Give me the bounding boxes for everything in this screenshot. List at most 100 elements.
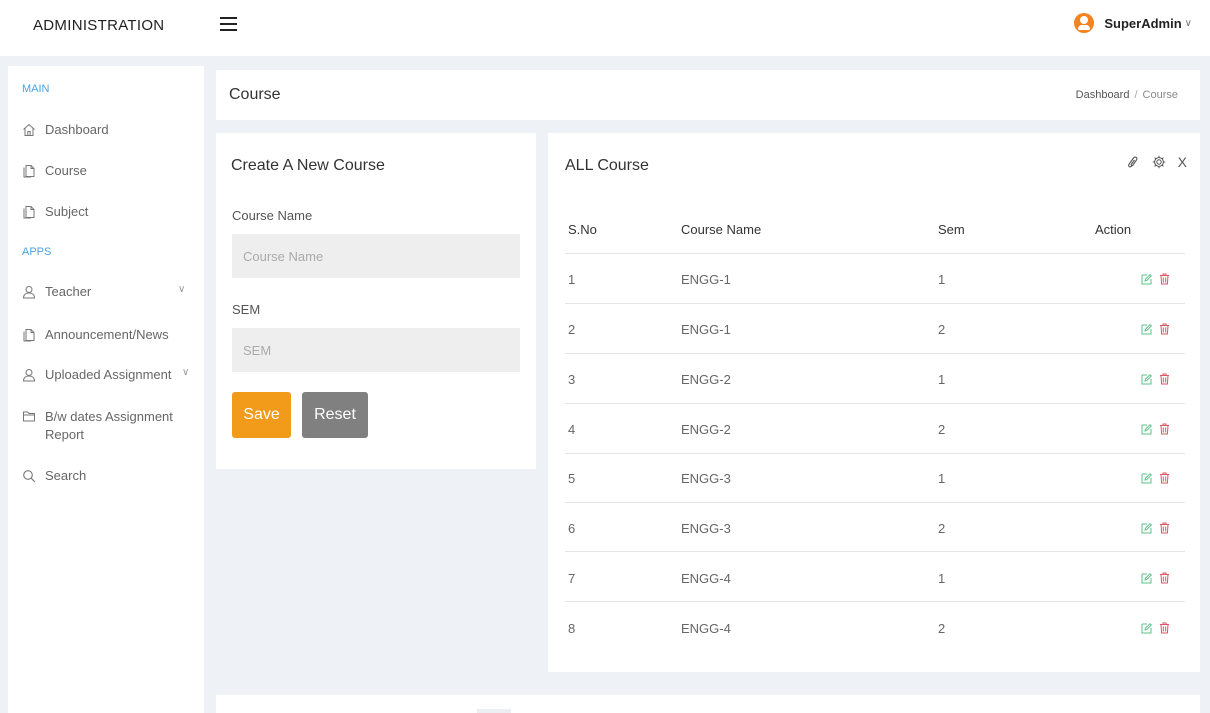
chevron-down-icon: ∨	[1184, 17, 1192, 29]
sidebar-item-uploaded-assignment[interactable]: Uploaded Assignment ∨	[22, 367, 198, 382]
row-divider	[565, 403, 1185, 404]
all-course-card: ALL Course X S.No Course Name Sem Action…	[548, 133, 1200, 672]
create-course-card: Create A New Course Course Name SEM Save…	[216, 133, 536, 469]
cell-sno: 7	[568, 571, 576, 586]
top-bar: ADMINISTRATION SuperAdmin ∨	[0, 0, 1210, 56]
cell-sem: 2	[938, 422, 946, 437]
row-divider	[565, 601, 1185, 602]
cell-sno: 8	[568, 621, 576, 636]
edit-icon[interactable]	[1141, 373, 1152, 385]
close-icon[interactable]: X	[1178, 155, 1187, 169]
delete-icon[interactable]	[1159, 273, 1170, 285]
header-divider	[565, 253, 1185, 254]
cell-sno: 4	[568, 422, 576, 437]
cell-sem: 2	[938, 521, 946, 536]
row-actions	[1141, 622, 1170, 634]
edit-icon[interactable]	[1141, 572, 1152, 584]
edit-icon[interactable]	[1141, 273, 1152, 285]
delete-icon[interactable]	[1159, 572, 1170, 584]
row-actions	[1141, 373, 1170, 385]
sidebar: MAIN Dashboard Course Subject APPS Teach…	[8, 66, 204, 713]
row-divider	[565, 353, 1185, 354]
page-title: Course	[229, 86, 281, 103]
user-menu[interactable]: SuperAdmin ∨	[1074, 13, 1192, 33]
sidebar-item-bw-dates-report[interactable]: B/w dates Assignment Report	[22, 408, 182, 444]
sem-input[interactable]	[232, 328, 520, 372]
save-button[interactable]: Save	[232, 392, 291, 438]
user-icon	[22, 286, 36, 299]
sidebar-item-search[interactable]: Search	[22, 468, 198, 483]
sidebar-item-label: Teacher	[45, 284, 92, 299]
card-tools: X	[1126, 155, 1187, 169]
cell-sno: 2	[568, 322, 576, 337]
chevron-down-icon: ∨	[182, 367, 190, 378]
row-divider	[565, 303, 1185, 304]
settings-icon[interactable]	[1152, 155, 1166, 169]
edit-icon[interactable]	[1141, 622, 1152, 634]
sidebar-item-dashboard[interactable]: Dashboard	[22, 122, 198, 137]
user-name: SuperAdmin	[1104, 15, 1182, 31]
row-actions	[1141, 273, 1170, 285]
sidebar-item-label: Uploaded Assignment	[45, 367, 172, 382]
edit-icon[interactable]	[1141, 522, 1152, 534]
sidebar-item-teacher[interactable]: Teacher ∨	[22, 284, 198, 299]
home-icon	[23, 123, 35, 136]
delete-icon[interactable]	[1159, 472, 1170, 484]
edit-icon[interactable]	[1141, 323, 1152, 335]
delete-icon[interactable]	[1159, 423, 1170, 435]
cell-course-name: ENGG-3	[681, 471, 731, 486]
brand-title: ADMINISTRATION	[33, 17, 165, 34]
delete-icon[interactable]	[1159, 622, 1170, 634]
column-header-sem: Sem	[938, 222, 965, 237]
form-title: Create A New Course	[231, 157, 385, 174]
edit-icon[interactable]	[1141, 423, 1152, 435]
row-actions	[1141, 572, 1170, 584]
reset-button[interactable]: Reset	[302, 392, 368, 438]
footer-card-element	[477, 709, 511, 713]
sidebar-item-label: Announcement/News	[45, 327, 169, 342]
sidebar-item-subject[interactable]: Subject	[22, 204, 198, 219]
breadcrumb-dashboard-link[interactable]: Dashboard	[1076, 89, 1130, 101]
cell-sno: 5	[568, 471, 576, 486]
folder-icon	[23, 411, 35, 422]
cell-sem: 1	[938, 272, 946, 287]
sidebar-item-course[interactable]: Course	[22, 163, 198, 178]
row-divider	[565, 453, 1185, 454]
delete-icon[interactable]	[1159, 373, 1170, 385]
breadcrumb: Dashboard / Course	[1076, 89, 1178, 101]
column-header-sno: S.No	[568, 222, 597, 237]
cell-course-name: ENGG-2	[681, 372, 731, 387]
sidebar-item-label: Search	[45, 468, 87, 483]
breadcrumb-separator: /	[1134, 89, 1138, 101]
row-actions	[1141, 472, 1170, 484]
cell-sem: 1	[938, 372, 946, 387]
cell-sem: 2	[938, 322, 946, 337]
delete-icon[interactable]	[1159, 323, 1170, 335]
cell-course-name: ENGG-1	[681, 322, 731, 337]
course-name-input[interactable]	[232, 234, 520, 278]
user-avatar-icon	[1074, 13, 1095, 33]
document-icon	[23, 165, 35, 178]
sidebar-item-label: Dashboard	[45, 122, 109, 137]
cell-course-name: ENGG-3	[681, 521, 731, 536]
course-name-label: Course Name	[232, 208, 313, 223]
sidebar-section-apps: APPS	[22, 246, 52, 258]
sem-label: SEM	[232, 302, 261, 317]
row-actions	[1141, 522, 1170, 534]
menu-toggle-icon[interactable]	[220, 16, 237, 34]
cell-course-name: ENGG-2	[681, 422, 731, 437]
footer-card	[216, 695, 1200, 713]
delete-icon[interactable]	[1159, 522, 1170, 534]
cell-sno: 6	[568, 521, 576, 536]
cell-sem: 1	[938, 471, 946, 486]
edit-icon[interactable]	[1141, 472, 1152, 484]
breadcrumb-current: Course	[1142, 89, 1178, 101]
row-actions	[1141, 423, 1170, 435]
document-icon	[23, 329, 35, 342]
row-actions	[1141, 323, 1170, 335]
cell-course-name: ENGG-4	[681, 621, 731, 636]
sidebar-item-announcement[interactable]: Announcement/News	[22, 327, 198, 342]
row-divider	[565, 502, 1185, 503]
link-icon[interactable]	[1126, 155, 1140, 169]
sidebar-item-label: Subject	[45, 204, 89, 219]
